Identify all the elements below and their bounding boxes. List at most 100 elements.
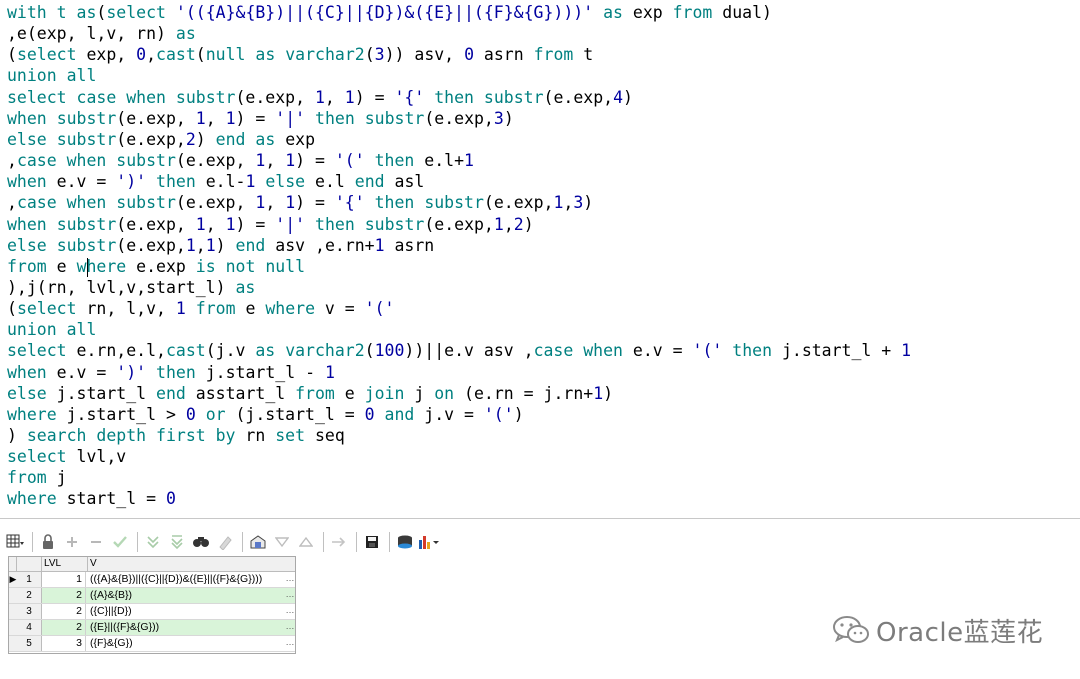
code-line: else substr(e.exp,2) end as exp (7, 129, 315, 150)
code-token: ))||e.v asv , (404, 341, 534, 361)
row-number[interactable]: 3 (17, 604, 42, 619)
code-token: asstart_l (185, 383, 296, 403)
code-line: select e.rn,e.l,cast(j.v as varchar2(100… (7, 340, 911, 361)
cell-lvl[interactable]: 2 (42, 620, 86, 635)
export-icon[interactable] (328, 531, 350, 553)
next-record-icon[interactable] (142, 531, 164, 553)
code-token: j (46, 468, 67, 488)
code-token: else (7, 383, 47, 403)
cell-v[interactable]: ({C}||{D}) (88, 604, 282, 619)
grid-options-icon[interactable] (4, 531, 26, 553)
cell-edit-button[interactable]: … (285, 604, 295, 619)
cell-edit-button[interactable]: … (285, 620, 295, 635)
code-token: 1 (225, 108, 236, 128)
cell-lvl[interactable]: 1 (42, 572, 86, 587)
code-token: else (265, 172, 306, 192)
clear-icon[interactable] (214, 531, 236, 553)
code-token: 1 (344, 87, 355, 107)
code-token: '(' (483, 404, 514, 424)
code-token: else (7, 235, 47, 255)
code-token: then (732, 341, 773, 361)
results-grid[interactable]: LVL V ▶ 1 1 (({A}&{B})||({C}||{D})&({E}||({… (8, 556, 296, 654)
code-line: ,case when substr(e.exp, 1, 1) = '{' the… (7, 192, 593, 213)
code-token: substr (56, 214, 117, 234)
cell-v[interactable]: ({F}&{G}) (88, 636, 282, 651)
code-token: ) (503, 108, 514, 128)
table-row[interactable]: 4 2 ({E}||({F}&{G}))… (9, 620, 295, 636)
code-token: ) (583, 193, 594, 213)
code-token: e (235, 299, 266, 319)
filter-icon[interactable] (271, 531, 293, 553)
code-token: ) = (235, 214, 276, 234)
table-row[interactable]: ▶ 1 1 (({A}&{B})||({C}||{D})&({E}||({F}&{G}… (9, 572, 295, 588)
print-icon[interactable] (394, 531, 416, 553)
code-token: as (76, 3, 97, 22)
add-record-icon[interactable] (61, 531, 83, 553)
code-token: e.l (305, 172, 355, 192)
code-token: as (255, 341, 276, 361)
code-token: j.v = (414, 404, 484, 424)
cell-v[interactable]: (({A}&{B})||({C}||{D})&({E}||({F}&{G}))) (88, 572, 282, 587)
cell-edit-button[interactable]: … (285, 588, 295, 603)
column-header-v[interactable]: V (88, 557, 295, 571)
watermark: Oracle蓝莲花 (832, 612, 1043, 648)
code-token: start_l = (56, 489, 166, 509)
code-token: e.l+ (414, 151, 465, 171)
cell-edit-button[interactable]: … (285, 572, 295, 587)
code-token: 1 (314, 87, 325, 107)
code-token: substr (56, 235, 117, 255)
code-token: '(({A}&{B})||({C}||{D})&({E}||({F}&{G}))… (175, 3, 594, 22)
code-token: as (235, 277, 256, 297)
row-number[interactable]: 1 (17, 572, 42, 587)
code-token: substr (364, 214, 425, 234)
find-icon[interactable] (190, 531, 212, 553)
row-number[interactable]: 4 (17, 620, 42, 635)
header-corner (9, 557, 17, 571)
code-line: from j (7, 467, 67, 488)
table-row[interactable]: 5 3 ({F}&{G})… (9, 636, 295, 652)
code-token: exp, (76, 45, 137, 65)
column-header-lvl[interactable]: LVL (42, 557, 88, 571)
code-token: substr (116, 151, 176, 171)
code-token: v = (315, 299, 365, 319)
cell-v[interactable]: ({A}&{B}) (88, 588, 282, 603)
code-token: 1 (464, 151, 474, 171)
query-by-example-icon[interactable] (247, 531, 269, 553)
cell-edit-button[interactable]: … (285, 636, 295, 651)
code-token: e.l- (195, 172, 246, 192)
code-line: (select exp, 0,cast(null as varchar2(3))… (7, 44, 593, 65)
code-token: 3 (374, 45, 385, 65)
lock-icon[interactable] (37, 531, 59, 553)
code-line: when e.v = ')' then j.start_l - 1 (7, 362, 335, 383)
code-token: case when (533, 341, 623, 361)
code-token: '|' (275, 108, 306, 128)
code-token: 1 (255, 151, 266, 171)
code-line: when e.v = ')' then e.l-1 else e.l end a… (7, 171, 424, 192)
sql-editor[interactable]: with t as(select '(({A}&{B})||({C}||{D})… (0, 0, 1080, 519)
post-changes-icon[interactable] (109, 531, 131, 553)
code-token: ) = (354, 87, 395, 107)
chart-icon[interactable] (418, 531, 440, 553)
row-number[interactable]: 2 (17, 588, 42, 603)
code-token: , (563, 193, 574, 213)
code-token: where (76, 256, 127, 276)
cell-lvl[interactable]: 2 (42, 588, 86, 603)
sort-icon[interactable] (295, 531, 317, 553)
last-record-icon[interactable] (166, 531, 188, 553)
save-icon[interactable] (361, 531, 383, 553)
code-line: where j.start_l > 0 or (j.start_l = 0 an… (7, 404, 524, 425)
code-token: , (324, 87, 345, 107)
table-row[interactable]: 3 2 ({C}||{D})… (9, 604, 295, 620)
row-number[interactable]: 5 (17, 636, 42, 651)
code-token: as (175, 24, 196, 44)
table-row[interactable]: 2 2 ({A}&{B})… (9, 588, 295, 604)
code-token: case when (16, 151, 107, 171)
delete-record-icon[interactable] (85, 531, 107, 553)
cell-v[interactable]: ({E}||({F}&{G})) (88, 620, 282, 635)
cell-lvl[interactable]: 2 (42, 604, 86, 619)
cell-lvl[interactable]: 3 (42, 636, 86, 651)
